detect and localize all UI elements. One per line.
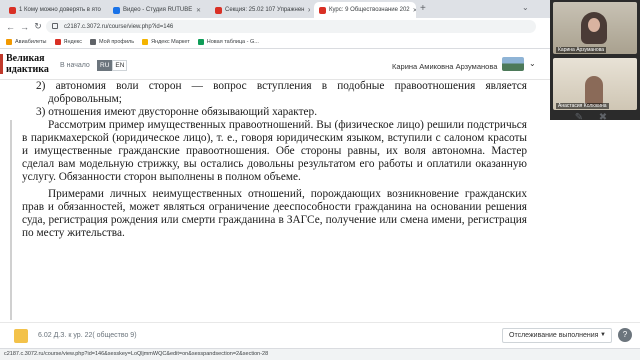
tab-close-icon[interactable]: ✕ [307, 7, 310, 14]
pencil-icon[interactable]: ✎ [573, 112, 585, 124]
bookmark-favicon-icon [197, 38, 204, 45]
reload-icon[interactable]: ↻ [34, 21, 42, 32]
course-content: 2) автономия воли сторон — вопрос вступл… [0, 80, 550, 325]
browser-tab[interactable]: Секция: 25.02 107 Упражнен ✕ [210, 2, 310, 18]
tab-favicon-icon [319, 6, 326, 14]
bookmarks-bar: Авиабилеты Яндекс Мой профиль Яндекс Мар… [0, 35, 550, 49]
tab-favicon-icon [215, 6, 222, 14]
browser-tab-strip: 1 Кому можно доверять в ято ✕ Видео - Ст… [0, 0, 640, 18]
bookmark-label: Яндекс [63, 38, 83, 45]
bookmark-label: Новая таблица - G... [206, 38, 259, 45]
bookmark-item[interactable]: Авиабилеты [6, 38, 47, 45]
user-avatar[interactable] [502, 57, 524, 71]
dropdown-caret-icon: ▼ [600, 332, 606, 338]
home-link[interactable]: В начало [60, 62, 90, 69]
address-bar[interactable]: c2187.c.3072.ru/course/view.php?id=146 [46, 20, 536, 33]
bookmark-favicon-icon [6, 38, 12, 45]
tab-title: Секция: 25.02 107 Упражнен [225, 7, 305, 13]
tab-close-icon[interactable]: ✕ [413, 7, 416, 14]
logo-line2: идактика [6, 64, 49, 75]
participant-video [581, 12, 607, 44]
user-name[interactable]: Карина Амиковна Арзуманова [392, 62, 497, 71]
lang-ru-button[interactable]: RU [97, 60, 113, 71]
bookmark-favicon-icon [90, 38, 97, 45]
tab-favicon-icon [9, 6, 16, 14]
bookmark-label: Мой профиль [99, 38, 135, 45]
tab-title: Видео - Студия RUTUBE [123, 7, 193, 13]
logo-accent [0, 54, 3, 74]
tab-favicon-icon [113, 6, 120, 14]
list-item: 2) автономия воли сторон — вопрос вступл… [36, 80, 527, 105]
participant-name: Карина Арзуманова [556, 47, 607, 53]
new-tab-button[interactable]: + [420, 3, 426, 14]
textbook-scan: 2) автономия воли сторон — вопрос вступл… [22, 80, 527, 240]
address-bar-url: c2187.c.3072.ru/course/view.php?id=146 [64, 23, 174, 30]
bookmark-favicon-icon [142, 38, 149, 45]
site-header: Великая идактика В начало RU EN Карина А… [0, 50, 550, 80]
browser-tab-active[interactable]: Курс: 9 Обществознание 202 ✕ [314, 2, 416, 18]
tab-close-icon[interactable]: ✕ [196, 7, 201, 14]
activity-row: 6.02 Д.З. к ур. 22( общество 9) Отслежив… [0, 322, 640, 348]
tab-title: Курс: 9 Обществознание 202 [329, 7, 410, 13]
site-logo[interactable]: Великая идактика [6, 53, 49, 75]
back-icon[interactable]: ← [6, 22, 15, 32]
participant-face [588, 18, 600, 32]
help-button[interactable]: ? [618, 328, 632, 342]
bookmark-label: Яндекс Маркет [151, 38, 190, 45]
section-divider [10, 120, 12, 320]
lang-en-button[interactable]: EN [112, 60, 128, 71]
completion-tracking-label: Отслеживание выполнения [509, 332, 599, 339]
browser-tab[interactable]: Видео - Студия RUTUBE ✕ [108, 2, 206, 18]
participant-video [585, 76, 603, 106]
bookmark-item[interactable]: Яндекс [54, 38, 83, 45]
bookmark-item[interactable]: Яндекс Маркет [142, 38, 190, 45]
logo-line1: Великая [6, 53, 45, 64]
forward-icon[interactable]: → [20, 22, 29, 32]
bookmark-favicon-icon [54, 38, 61, 45]
participant-name: Анастасия Колюкина [556, 103, 609, 109]
paragraph: Рассмотрим пример имущественных правоотн… [22, 119, 527, 183]
language-switcher: RU EN [97, 60, 128, 71]
bookmark-label: Авиабилеты [15, 38, 47, 45]
activity-link[interactable]: 6.02 Д.З. к ур. 22( общество 9) [38, 332, 137, 339]
status-bar-url: c2187.c.3072.ru/course/view.php?id=146&s… [0, 348, 640, 360]
lock-icon [52, 23, 58, 29]
list-item: 3) отношения имеют двусторонне обязывающ… [36, 106, 318, 118]
tab-title: 1 Кому можно доверять в ято [19, 7, 101, 13]
paragraph: Примерами личных неимущественных отношен… [22, 188, 527, 239]
browser-tab[interactable]: 1 Кому можно доверять в ято ✕ [4, 2, 104, 18]
completion-tracking-select[interactable]: Отслеживание выполнения ▼ [502, 328, 612, 343]
file-icon [14, 329, 28, 343]
bookmark-item[interactable]: Новая таблица - G... [197, 38, 259, 45]
chevron-down-icon[interactable]: ⌄ [529, 59, 536, 68]
video-tile[interactable]: Анастасия Колюкина [553, 58, 637, 110]
close-icon[interactable]: ✖ [597, 112, 609, 124]
bookmark-item[interactable]: Мой профиль [90, 38, 135, 45]
video-tile[interactable]: Карина Арзуманова [553, 2, 637, 54]
tab-search-icon[interactable]: ⌄ [522, 3, 529, 12]
overlay-controls: ✎ ✖ [573, 112, 609, 124]
